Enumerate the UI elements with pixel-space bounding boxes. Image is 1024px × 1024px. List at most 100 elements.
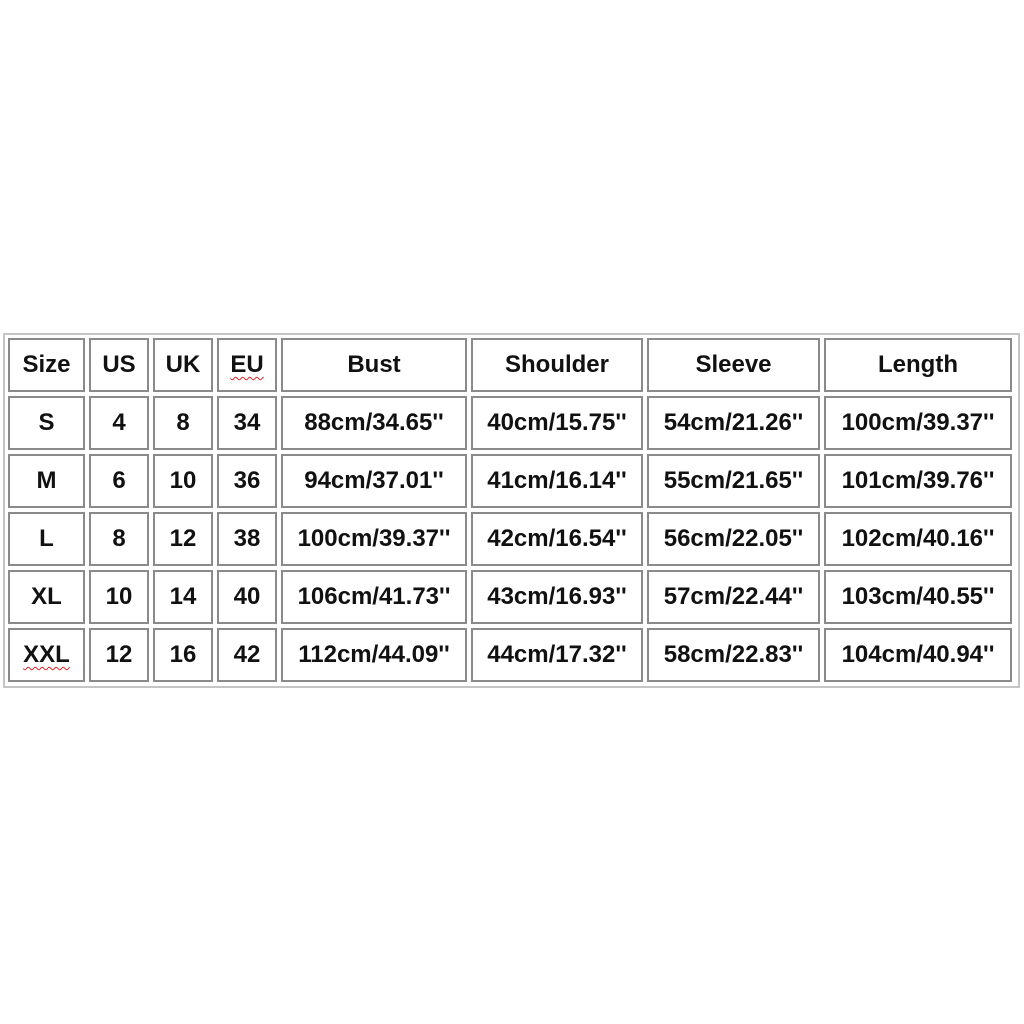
- table-cell: 58cm/22.83'': [647, 628, 820, 682]
- cell-text: 101cm/39.76'': [841, 467, 995, 494]
- cell-text: 40cm/15.75'': [487, 409, 627, 436]
- table-cell: 57cm/22.44'': [647, 570, 820, 624]
- table-cell: 55cm/21.65'': [647, 454, 820, 508]
- cell-text: 12: [169, 525, 197, 552]
- table-cell: M: [8, 454, 85, 508]
- column-header: Bust: [281, 338, 467, 392]
- cell-text: 43cm/16.93'': [487, 583, 627, 610]
- size-chart-frame: Size US UK EU Bust Shoulder Sleeve Length S 4 8 34 8…: [3, 333, 1020, 688]
- table-cell: 14: [153, 570, 213, 624]
- table-cell: 54cm/21.26'': [647, 396, 820, 450]
- cell-text: 4: [112, 409, 126, 436]
- table-cell: 36: [217, 454, 277, 508]
- column-header: EU: [217, 338, 277, 392]
- table-cell: 40cm/15.75'': [471, 396, 643, 450]
- cell-text: 88cm/34.65'': [304, 409, 444, 436]
- table-row: M 6 10 36 94cm/37.01'' 41cm/16.14'' 55cm/21.65…: [8, 454, 1012, 508]
- table-cell: 6: [89, 454, 149, 508]
- column-header: US: [89, 338, 149, 392]
- cell-text: 34: [233, 409, 261, 436]
- table-row: L 8 12 38 100cm/39.37'' 42cm/16.54'' 56cm/22.0…: [8, 512, 1012, 566]
- table-cell: 4: [89, 396, 149, 450]
- table-cell: 42: [217, 628, 277, 682]
- table-cell: 103cm/40.55'': [824, 570, 1012, 624]
- cell-text: 44cm/17.32'': [487, 641, 627, 668]
- table-row: XL 10 14 40 106cm/41.73'' 43cm/16.93'' 57cm/22…: [8, 570, 1012, 624]
- table-cell: 16: [153, 628, 213, 682]
- cell-text: 55cm/21.65'': [663, 467, 804, 494]
- table-cell: 104cm/40.94'': [824, 628, 1012, 682]
- table-row: S 4 8 34 88cm/34.65'' 40cm/15.75'' 54cm/21.26'…: [8, 396, 1012, 450]
- cell-text: 42: [233, 641, 261, 668]
- table-cell: 42cm/16.54'': [471, 512, 643, 566]
- table-cell: 12: [89, 628, 149, 682]
- table-cell: 8: [89, 512, 149, 566]
- cell-text: 16: [169, 641, 197, 668]
- cell-text: 10: [169, 467, 197, 494]
- table-row: XXL 12 16 42 112cm/44.09'' 44cm/17.32'' 58cm/2…: [8, 628, 1012, 682]
- cell-text: 8: [112, 525, 126, 552]
- column-header: Sleeve: [647, 338, 820, 392]
- cell-text: 56cm/22.05'': [663, 525, 804, 552]
- cell-text: 100cm/39.37'': [841, 409, 995, 436]
- table-cell: 94cm/37.01'': [281, 454, 467, 508]
- table-cell: 100cm/39.37'': [824, 396, 1012, 450]
- cell-text: 6: [112, 467, 126, 494]
- table-cell: 40: [217, 570, 277, 624]
- table-cell: L: [8, 512, 85, 566]
- cell-text: US: [102, 351, 136, 378]
- table-cell: XXL: [8, 628, 85, 682]
- cell-text: 12: [105, 641, 133, 668]
- table-cell: 112cm/44.09'': [281, 628, 467, 682]
- column-header: Size: [8, 338, 85, 392]
- cell-text: Sleeve: [695, 351, 772, 378]
- table-cell: 10: [89, 570, 149, 624]
- table-cell: 102cm/40.16'': [824, 512, 1012, 566]
- cell-text: L: [39, 525, 54, 552]
- cell-text: 36: [233, 467, 261, 494]
- cell-text: Length: [878, 351, 958, 378]
- column-header: Shoulder: [471, 338, 643, 392]
- table-cell: 10: [153, 454, 213, 508]
- column-header: UK: [153, 338, 213, 392]
- table-cell: 101cm/39.76'': [824, 454, 1012, 508]
- cell-text: S: [38, 409, 55, 436]
- cell-text: 94cm/37.01'': [304, 467, 444, 494]
- cell-text: XXL: [23, 641, 70, 668]
- cell-text: Bust: [347, 351, 401, 378]
- cell-text: UK: [165, 351, 201, 378]
- cell-text: Size: [22, 351, 71, 378]
- cell-text: M: [36, 467, 57, 494]
- cell-text: 103cm/40.55'': [841, 583, 995, 610]
- cell-text: 41cm/16.14'': [487, 467, 627, 494]
- table-cell: 34: [217, 396, 277, 450]
- table-cell: S: [8, 396, 85, 450]
- cell-text: 40: [233, 583, 261, 610]
- table-cell: 8: [153, 396, 213, 450]
- column-header: Length: [824, 338, 1012, 392]
- cell-text: 102cm/40.16'': [841, 525, 995, 552]
- table-cell: XL: [8, 570, 85, 624]
- cell-text: 42cm/16.54'': [487, 525, 627, 552]
- header-row: Size US UK EU Bust Shoulder Sleeve Length: [8, 338, 1012, 392]
- cell-text: 100cm/39.37'': [297, 525, 451, 552]
- cell-text: 106cm/41.73'': [297, 583, 451, 610]
- cell-text: 104cm/40.94'': [841, 641, 995, 668]
- size-chart-table: Size US UK EU Bust Shoulder Sleeve Length S 4 8 34 8…: [4, 334, 1016, 686]
- table-cell: 56cm/22.05'': [647, 512, 820, 566]
- cell-text: EU: [230, 351, 264, 378]
- cell-text: 14: [169, 583, 197, 610]
- table-cell: 38: [217, 512, 277, 566]
- table-cell: 100cm/39.37'': [281, 512, 467, 566]
- cell-text: 10: [105, 583, 133, 610]
- cell-text: 112cm/44.09'': [298, 641, 450, 668]
- cell-text: 8: [176, 409, 190, 436]
- table-cell: 12: [153, 512, 213, 566]
- table-cell: 106cm/41.73'': [281, 570, 467, 624]
- cell-text: 54cm/21.26'': [663, 409, 804, 436]
- cell-text: Shoulder: [504, 351, 609, 378]
- table-cell: 43cm/16.93'': [471, 570, 643, 624]
- table-cell: 44cm/17.32'': [471, 628, 643, 682]
- table-cell: 41cm/16.14'': [471, 454, 643, 508]
- cell-text: 58cm/22.83'': [663, 641, 804, 668]
